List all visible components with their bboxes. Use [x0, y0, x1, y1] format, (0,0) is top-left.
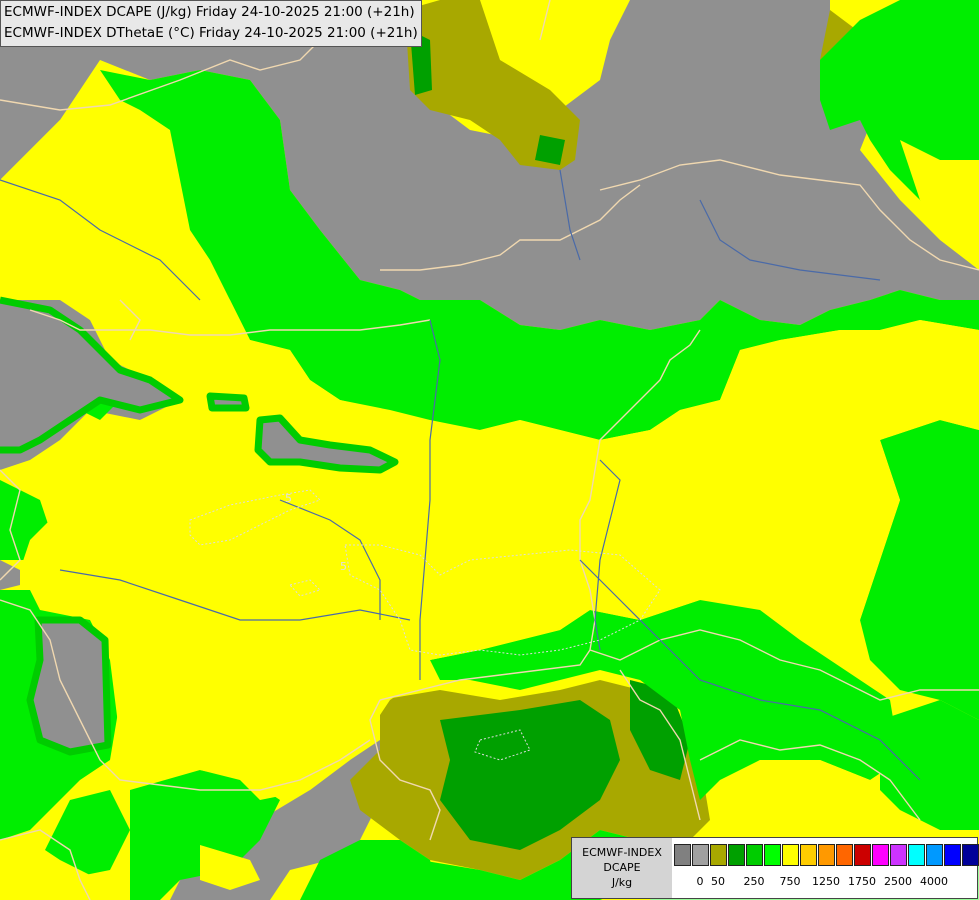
legend-tick-label: 1750	[848, 875, 876, 888]
legend-tick-label: 1250	[812, 875, 840, 888]
legend-swatch	[962, 844, 979, 866]
legend-swatch	[674, 844, 691, 866]
legend-swatch	[944, 844, 961, 866]
title-line-dcape: ECMWF-INDEX DCAPE (J/kg) Friday 24-10-20…	[4, 4, 415, 20]
legend-swatch	[710, 844, 727, 866]
legend-swatch	[746, 844, 763, 866]
legend-tick-label: 2500	[884, 875, 912, 888]
legend-label-line: DCAPE	[603, 861, 641, 874]
legend-tick-label: 750	[779, 875, 801, 888]
map-title: ECMWF-INDEX DCAPE (J/kg) Friday 24-10-20…	[0, 0, 422, 47]
legend-swatch	[890, 844, 907, 866]
legend-swatch	[872, 844, 889, 866]
legend-swatch	[764, 844, 781, 866]
legend-label-line: ECMWF-INDEX	[582, 846, 662, 859]
legend-swatch	[728, 844, 745, 866]
legend-swatch	[692, 844, 709, 866]
legend-swatch	[818, 844, 835, 866]
legend-ticks: 0 50 250 750 1250 1750 2500 4000	[674, 875, 974, 891]
legend-label: ECMWF-INDEX DCAPE J/kg	[572, 838, 672, 898]
legend-swatches	[674, 844, 979, 867]
dcape-map: 5 5	[0, 0, 979, 900]
legend-swatch	[782, 844, 799, 866]
legend-swatch	[836, 844, 853, 866]
legend-swatch	[926, 844, 943, 866]
legend-swatch	[800, 844, 817, 866]
legend-tick-label: 0	[696, 875, 704, 888]
legend-swatch	[854, 844, 871, 866]
legend-tick-label: 4000	[920, 875, 948, 888]
legend-tick-label: 50	[711, 875, 725, 888]
color-legend: ECMWF-INDEX DCAPE J/kg 0 50 250 750 1250 1750…	[571, 837, 979, 899]
contour-label: 5	[340, 560, 347, 573]
legend-tick-label: 250	[743, 875, 765, 888]
contour-label: 5	[285, 492, 292, 505]
title-line-dthetae: ECMWF-INDEX DThetaE (°C) Friday 24-10-20…	[4, 25, 418, 41]
legend-label-line: J/kg	[611, 876, 633, 889]
legend-swatch	[908, 844, 925, 866]
